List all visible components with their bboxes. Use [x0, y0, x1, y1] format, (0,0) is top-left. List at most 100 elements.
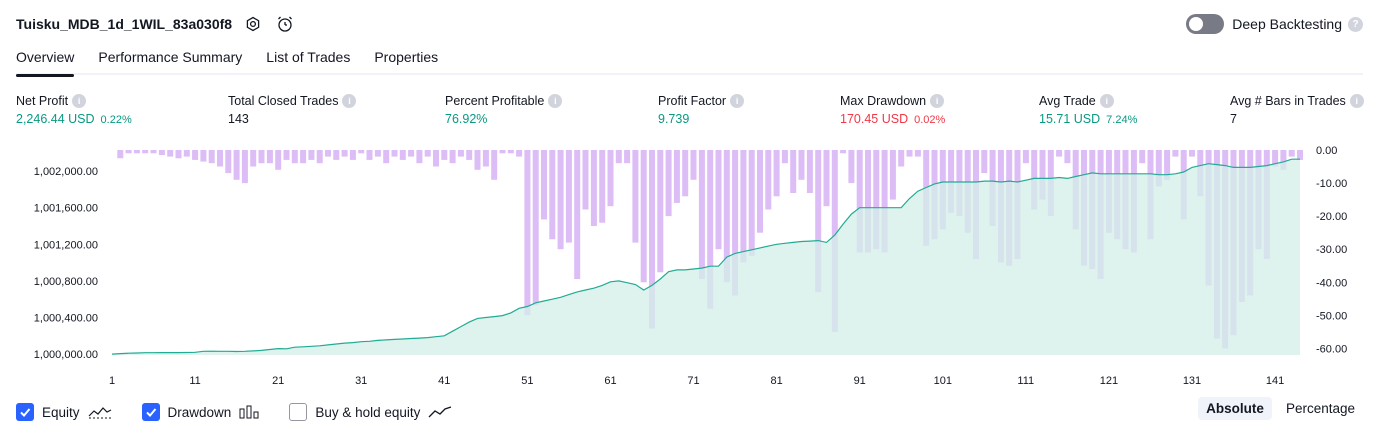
x-tick-label: 21 — [272, 375, 284, 387]
drawdown-bar — [316, 150, 323, 164]
drawdown-bar — [133, 150, 140, 154]
y-right-tick-label: -50.00 — [1316, 310, 1347, 322]
x-tick-label: 81 — [770, 375, 782, 387]
info-icon[interactable]: i — [730, 94, 745, 108]
y-right-tick-label: 0.00 — [1316, 145, 1337, 157]
metric-percent-profitable: Percent Profitable i 76.92% — [445, 94, 563, 126]
drawdown-label: Drawdown — [167, 404, 232, 420]
drawdown-bar — [383, 150, 390, 164]
drawdown-bar — [241, 150, 248, 184]
drawdown-bar — [914, 150, 921, 157]
drawdown-bar — [565, 150, 572, 243]
drawdown-bar — [125, 150, 132, 154]
equity-drawdown-chart[interactable]: 1,002,000.00 1,001,600.00 1,001,200.00 1,00… — [0, 140, 1379, 390]
x-tick-label: 91 — [854, 375, 866, 387]
metric-value: 76.92% — [445, 112, 488, 126]
drawdown-bar — [765, 150, 772, 210]
x-tick-label: 51 — [521, 375, 533, 387]
checkbox-checked-icon[interactable] — [141, 403, 160, 421]
info-icon[interactable]: i — [72, 94, 87, 108]
drawdown-bar — [665, 150, 672, 217]
tab-list-of-trades[interactable]: List of Trades — [266, 44, 350, 75]
drawdown-bar — [557, 150, 564, 250]
info-icon[interactable]: i — [548, 94, 563, 108]
drawdown-bar — [433, 150, 439, 167]
settings-gear-icon[interactable] — [242, 13, 264, 35]
metric-label: Profit Factor — [658, 94, 727, 108]
drawdown-bar — [1189, 150, 1195, 157]
tab-performance-summary[interactable]: Performance Summary — [98, 44, 242, 75]
metric-total-closed-trades: Total Closed Trades i 143 — [228, 94, 357, 126]
drawdown-bar — [549, 150, 556, 240]
drawdown-bar — [217, 150, 223, 167]
x-tick-label: 101 — [934, 375, 952, 387]
drawdown-bar — [1172, 150, 1179, 157]
checkbox-checked-icon[interactable] — [16, 403, 34, 421]
drawdown-bar — [682, 150, 689, 197]
drawdown-checkbox[interactable]: Drawdown — [141, 403, 260, 421]
drawdown-bar — [781, 150, 788, 164]
x-tick-label: 141 — [1266, 375, 1284, 387]
drawdown-bar — [757, 150, 763, 233]
drawdown-bar — [449, 150, 456, 164]
drawdown-bar — [482, 150, 489, 167]
x-tick-label: 1 — [109, 375, 115, 387]
metric-value: 9.739 — [658, 112, 690, 126]
drawdown-bar — [624, 150, 631, 164]
drawdown-bar — [233, 150, 240, 180]
metric-percent: 7.24% — [1106, 114, 1138, 126]
drawdown-bar — [275, 150, 282, 170]
metric-value: 2,246.44 USD — [16, 112, 95, 126]
buy-hold-checkbox[interactable]: Buy & hold equity — [289, 403, 452, 421]
metric-profit-factor: Profit Factor i 9.739 — [658, 94, 745, 126]
drawdown-bar — [823, 150, 830, 207]
header: Tuisku_MDB_1d_1WIL_83a030f8 — [16, 12, 296, 36]
drawdown-bar — [142, 150, 149, 154]
metric-net-profit: Net Profit i 2,246.44 USD 0.22% — [16, 94, 132, 126]
metric-label: Total Closed Trades — [228, 94, 339, 108]
drawdown-bar — [1064, 150, 1071, 164]
chart-legend: Equity Drawdown Buy & hold equity — [16, 399, 1363, 425]
x-tick-label: 121 — [1100, 375, 1118, 387]
x-tick-label: 61 — [604, 375, 616, 387]
metric-label: Avg # Bars in Trades — [1230, 94, 1346, 108]
tab-properties[interactable]: Properties — [374, 44, 438, 75]
add-alert-clock-icon[interactable] — [274, 13, 296, 35]
drawdown-bar — [1022, 150, 1029, 164]
drawdown-bar — [790, 150, 797, 193]
display-mode-switch: Absolute Percentage — [1192, 397, 1363, 420]
equity-area-fill — [112, 159, 1300, 355]
metric-percent: 0.02% — [914, 114, 946, 126]
info-icon[interactable]: i — [1349, 94, 1364, 108]
drawdown-bar — [590, 150, 597, 226]
info-icon[interactable]: i — [1099, 94, 1114, 108]
drawdown-bar — [266, 150, 273, 164]
drawdown-bar — [424, 150, 431, 157]
checkbox-unchecked-icon[interactable] — [289, 403, 308, 421]
help-icon[interactable]: ? — [1348, 16, 1363, 32]
deep-backtesting-toggle[interactable] — [1186, 14, 1225, 34]
drawdown-bar — [698, 150, 705, 279]
deep-backtesting: Deep Backtesting ? — [1186, 12, 1363, 36]
drawdown-bar — [366, 150, 373, 160]
drawdown-bar — [250, 150, 257, 167]
drawdown-bar — [258, 150, 265, 164]
drawdown-bar — [615, 150, 622, 164]
drawdown-bar — [1056, 150, 1063, 157]
equity-checkbox[interactable]: Equity — [16, 403, 112, 421]
drawdown-bar — [1139, 150, 1146, 164]
drawdown-bar — [607, 150, 614, 207]
drawdown-bar — [516, 150, 523, 157]
info-icon[interactable]: i — [930, 94, 945, 108]
drawdown-bar — [399, 150, 406, 160]
absolute-button[interactable]: Absolute — [1198, 397, 1272, 420]
tab-overview[interactable]: Overview — [16, 44, 75, 77]
drawdown-bar — [507, 150, 514, 154]
drawdown-bar — [748, 150, 755, 256]
percentage-button[interactable]: Percentage — [1278, 397, 1363, 420]
y-left-tick-label: 1,001,200.00 — [34, 239, 98, 251]
metric-label: Avg Trade — [1039, 94, 1096, 108]
drawdown-bar — [491, 150, 498, 180]
drawdown-bar — [1297, 150, 1303, 160]
info-icon[interactable]: i — [342, 94, 357, 108]
